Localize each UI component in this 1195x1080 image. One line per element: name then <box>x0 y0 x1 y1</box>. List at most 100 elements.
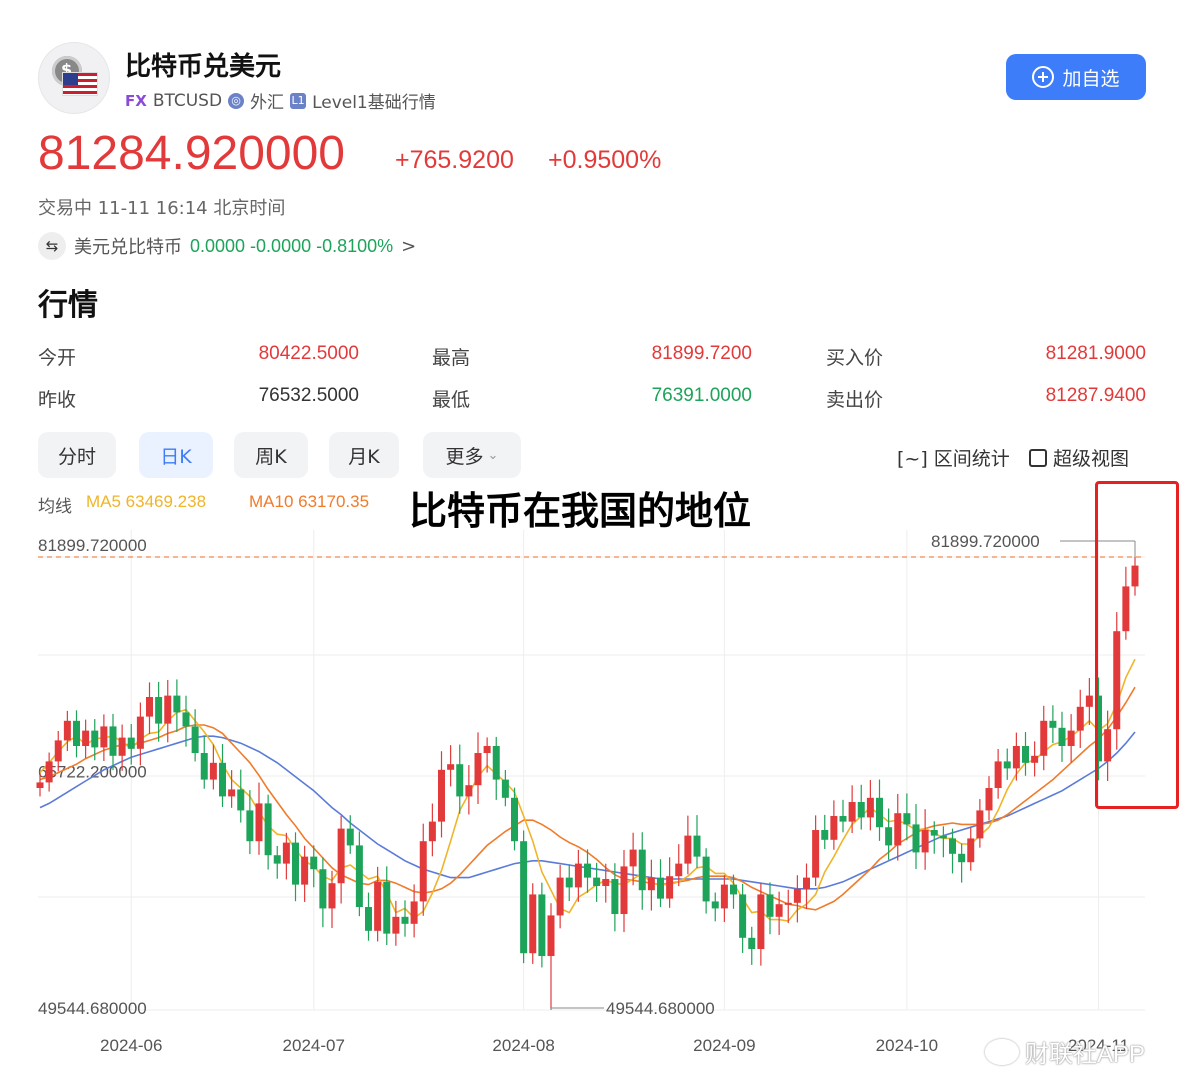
instrument-title: 比特币兑美元 <box>125 52 282 82</box>
range-stats-button[interactable]: [~] 区间统计 <box>897 444 1010 471</box>
candle-body <box>775 904 783 917</box>
us-flag-icon <box>62 72 98 96</box>
candle-body <box>857 802 865 818</box>
candle-body <box>45 761 53 783</box>
data-level: Level1基础行情 <box>312 93 436 113</box>
candle-body <box>876 797 883 828</box>
candle-body <box>447 764 455 770</box>
candle-body <box>492 746 500 780</box>
candle-body <box>282 842 290 864</box>
candles <box>36 557 1139 1010</box>
candle-body <box>620 866 628 915</box>
x-axis-label: 2024-07 <box>283 1036 345 1055</box>
candle-body <box>73 720 80 747</box>
candle-body <box>346 828 354 846</box>
candle-body <box>711 901 719 909</box>
add-watchlist-button[interactable]: 加自选 <box>1006 54 1146 100</box>
candle-body <box>766 894 774 917</box>
candle-body <box>839 816 847 822</box>
low-annotation: 49544.680000 <box>606 999 715 1018</box>
candle-body <box>1085 695 1093 707</box>
candle-body <box>428 821 436 842</box>
candle-body <box>784 902 792 905</box>
candle-body <box>118 737 126 756</box>
viewfinder-icon <box>1029 449 1047 467</box>
candle-body <box>702 856 710 902</box>
candle-body <box>1031 755 1039 763</box>
super-view-button[interactable]: 超级视图 <box>1029 444 1129 471</box>
candle-body <box>584 863 591 878</box>
candle-body <box>967 838 975 863</box>
candle-body <box>720 884 728 909</box>
candle-body <box>1012 746 1020 769</box>
x-axis-label: 2024-10 <box>876 1036 938 1055</box>
candle-body <box>182 712 190 727</box>
candle-body <box>392 916 400 934</box>
tab-daily-k[interactable]: 日K <box>139 432 213 478</box>
candle-body <box>848 802 856 822</box>
tab-monthly-k[interactable]: 月K <box>329 432 399 478</box>
tab-timeshare[interactable]: 分时 <box>38 432 116 478</box>
candle-body <box>246 810 254 842</box>
candle-body <box>693 835 701 857</box>
symbol-code: BTCUSD <box>152 90 223 111</box>
candle-body <box>1067 730 1075 747</box>
tab-more[interactable]: 更多 ⌄ <box>423 432 521 478</box>
instrument-logo <box>38 42 110 114</box>
candle-body <box>565 877 573 888</box>
candle-body <box>474 753 482 786</box>
low-label: 最低 <box>432 389 471 411</box>
y-axis-label: 49544.680000 <box>38 999 147 1018</box>
candle-body <box>730 884 737 895</box>
candle-body <box>36 782 44 789</box>
watermark: 财联社APP <box>985 1034 1145 1069</box>
section-title: 行情 <box>38 288 98 323</box>
ma10-legend: MA10 63170.35 <box>249 492 370 511</box>
candle-body <box>419 841 427 902</box>
kline-chart[interactable]: 81899.720000 65722.200000 49544.680000 818… <box>0 520 1195 1060</box>
candle-body <box>1003 761 1011 769</box>
candle-body <box>538 894 546 957</box>
candle-body <box>374 881 382 931</box>
candle-body <box>894 813 902 846</box>
inverse-pair-link[interactable]: ⇆ 美元兑比特币 0.0000 -0.0000 -0.8100% > <box>38 232 416 260</box>
candle-body <box>355 845 363 908</box>
ask-value: 81287.9400 <box>1045 385 1146 406</box>
tab-more-label: 更多 <box>445 445 484 468</box>
candle-body <box>501 779 509 798</box>
candle-body <box>821 830 829 840</box>
candle-body <box>593 877 601 887</box>
market-type: 外汇 <box>250 93 285 113</box>
weibo-icon <box>985 1038 1019 1065</box>
chevron-right-icon: > <box>401 235 417 257</box>
candle-body <box>985 788 993 811</box>
candle-body <box>930 830 938 836</box>
candle-body <box>319 869 327 909</box>
globe-icon: ◎ <box>228 92 245 109</box>
candle-body <box>830 816 838 840</box>
chevron-down-icon: ⌄ <box>487 447 499 463</box>
x-axis-label: 2024-06 <box>100 1036 162 1055</box>
candle-body <box>511 797 518 842</box>
open-value: 80422.5000 <box>258 343 359 364</box>
prev-close-value: 76532.5000 <box>258 385 359 406</box>
candle-body <box>611 879 619 915</box>
candle-body <box>949 838 956 854</box>
candle-body <box>237 789 245 811</box>
candle-body <box>1076 706 1084 731</box>
candle-body <box>912 824 920 853</box>
candle-body <box>803 877 810 889</box>
candle-body <box>1058 727 1066 747</box>
candle-body <box>164 695 172 724</box>
candle-body <box>629 849 637 867</box>
ma5-legend: MA5 63469.238 <box>86 492 207 511</box>
super-view-label: 超级视图 <box>1053 448 1130 470</box>
candle-body <box>748 937 756 950</box>
candle-body <box>556 877 564 916</box>
inverse-pair-label: 美元兑比特币 <box>74 237 182 258</box>
candle-body <box>757 894 765 950</box>
tab-weekly-k[interactable]: 周K <box>234 432 308 478</box>
candle-body <box>438 769 445 822</box>
candle-body <box>976 810 984 839</box>
candle-body <box>939 835 947 839</box>
